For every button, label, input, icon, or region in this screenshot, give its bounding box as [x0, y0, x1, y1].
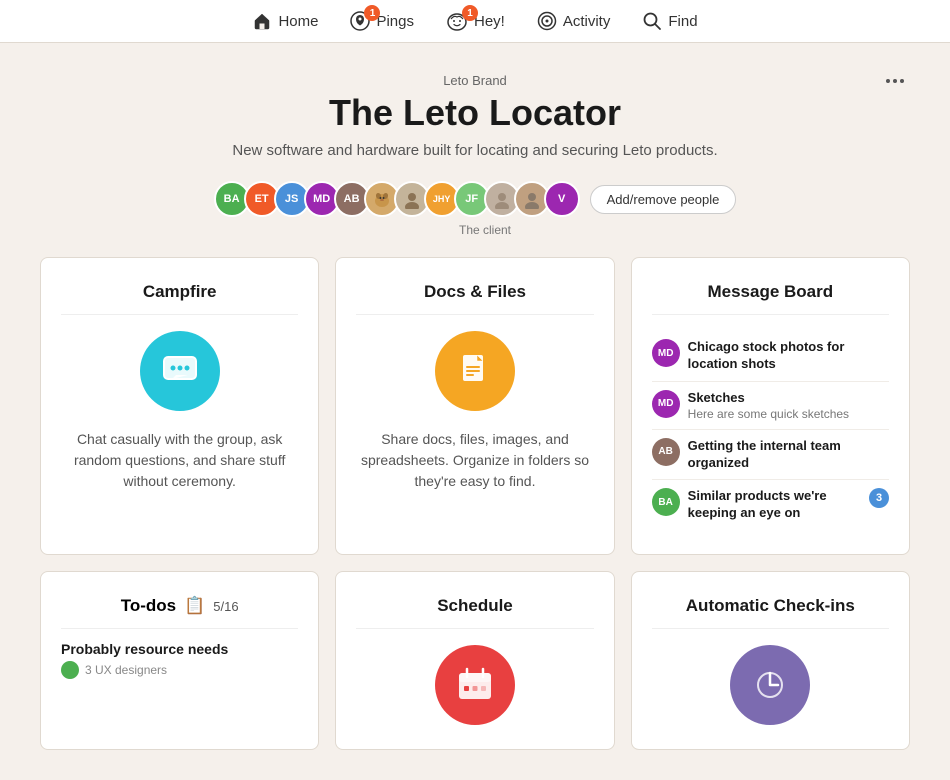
docs-title: Docs & Files	[356, 282, 593, 315]
checkins-card[interactable]: Automatic Check-ins	[631, 571, 910, 750]
checkins-icon-circle	[730, 645, 810, 725]
main-header: Leto Brand The Leto Locator New software…	[40, 73, 910, 159]
msg-content-internal: Getting the internal team organized	[688, 438, 889, 472]
nav-hey-label: Hey!	[474, 13, 505, 30]
campfire-title: Campfire	[61, 282, 298, 315]
schedule-card[interactable]: Schedule	[335, 571, 614, 750]
more-menu-button[interactable]	[880, 73, 910, 89]
docs-icon-wrap	[356, 331, 593, 411]
navigation: Home 1 Pings 1 Hey!	[0, 0, 950, 43]
msg-content-sketches: Sketches Here are some quick sketches	[688, 390, 889, 421]
todos-header: To-dos 📋 5/16	[61, 596, 298, 629]
msg-title-chicago: Chicago stock photos for location shots	[688, 339, 889, 373]
todos-progress: 5/16	[213, 599, 238, 614]
todos-title: To-dos	[121, 596, 176, 616]
add-people-button[interactable]: Add/remove people	[590, 185, 737, 214]
nav-activity[interactable]: Activity	[537, 11, 611, 31]
message-board-card[interactable]: Message Board MD Chicago stock photos fo…	[631, 257, 910, 555]
avatars-row: BA ET JS MD AB JHY JF V Add/remove peopl…	[40, 181, 910, 217]
three-dots-icon[interactable]	[880, 73, 910, 89]
nav-find[interactable]: Find	[642, 11, 697, 31]
msg-item-chicago[interactable]: MD Chicago stock photos for location sho…	[652, 331, 889, 382]
nav-pings[interactable]: 1 Pings	[350, 11, 414, 31]
campfire-card[interactable]: Campfire Chat casually with the group, a…	[40, 257, 319, 555]
nav-home[interactable]: Home	[252, 11, 318, 31]
checkins-icon-wrap	[652, 645, 889, 725]
msg-title-sketches: Sketches	[688, 390, 889, 407]
calendar-icon	[453, 663, 497, 707]
project-brand: Leto Brand	[40, 73, 910, 88]
campfire-description: Chat casually with the group, ask random…	[61, 429, 298, 492]
pings-icon-wrap: 1	[350, 11, 370, 31]
todos-item-sub: 3 UX designers	[61, 661, 298, 679]
todos-avatar	[61, 661, 79, 679]
checkins-title: Automatic Check-ins	[652, 596, 889, 629]
msg-avatar-BA: BA	[652, 488, 680, 516]
hey-icon-wrap: 1	[446, 11, 468, 31]
msg-content-chicago: Chicago stock photos for location shots	[688, 339, 889, 373]
campfire-icon-wrap	[61, 331, 298, 411]
message-board-title: Message Board	[652, 282, 889, 315]
todos-sub-text: 3 UX designers	[85, 663, 167, 677]
cards-grid: Campfire Chat casually with the group, a…	[40, 257, 910, 750]
project-description: New software and hardware built for loca…	[40, 142, 910, 159]
todos-item-title: Probably resource needs	[61, 641, 298, 657]
docs-description: Share docs, files, images, and spreadshe…	[356, 429, 593, 492]
msg-title-internal: Getting the internal team organized	[688, 438, 889, 472]
msg-content-similar: Similar products we're keeping an eye on	[688, 488, 861, 522]
avatar-V[interactable]: V	[544, 181, 580, 217]
campfire-icon-circle	[140, 331, 220, 411]
find-icon	[642, 11, 662, 31]
msg-avatar-AB: AB	[652, 438, 680, 466]
client-label: The client	[60, 223, 910, 237]
nav-home-label: Home	[278, 13, 318, 30]
schedule-title: Schedule	[356, 596, 593, 629]
msg-item-internal[interactable]: AB Getting the internal team organized	[652, 430, 889, 481]
msg-item-sketches[interactable]: MD Sketches Here are some quick sketches	[652, 382, 889, 430]
message-board-list: MD Chicago stock photos for location sho…	[652, 331, 889, 530]
docs-icon-circle	[435, 331, 515, 411]
activity-icon	[537, 11, 557, 31]
schedule-icon-wrap	[356, 645, 593, 725]
msg-avatar-MD2: MD	[652, 390, 680, 418]
todos-icon: 📋	[184, 596, 205, 616]
home-icon-wrap	[252, 11, 272, 31]
nav-find-label: Find	[668, 13, 697, 30]
main-content: Leto Brand The Leto Locator New software…	[0, 43, 950, 780]
nav-pings-label: Pings	[376, 13, 414, 30]
project-title: The Leto Locator	[40, 92, 910, 134]
activity-icon-wrap	[537, 11, 557, 31]
hey-badge: 1	[462, 5, 478, 21]
schedule-icon-circle	[435, 645, 515, 725]
msg-avatar-MD1: MD	[652, 339, 680, 367]
chat-icon	[158, 349, 202, 393]
docs-file-icon	[453, 349, 497, 393]
nav-activity-label: Activity	[563, 13, 611, 30]
checkins-icon	[748, 663, 792, 707]
todos-card[interactable]: To-dos 📋 5/16 Probably resource needs 3 …	[40, 571, 319, 750]
msg-sub-sketches: Here are some quick sketches	[688, 407, 889, 421]
msg-title-similar: Similar products we're keeping an eye on	[688, 488, 861, 522]
nav-hey[interactable]: 1 Hey!	[446, 11, 505, 31]
find-icon-wrap	[642, 11, 662, 31]
home-icon	[252, 11, 272, 31]
docs-card[interactable]: Docs & Files Share docs, files, images, …	[335, 257, 614, 555]
msg-badge-similar: 3	[869, 488, 889, 508]
msg-item-similar[interactable]: BA Similar products we're keeping an eye…	[652, 480, 889, 530]
